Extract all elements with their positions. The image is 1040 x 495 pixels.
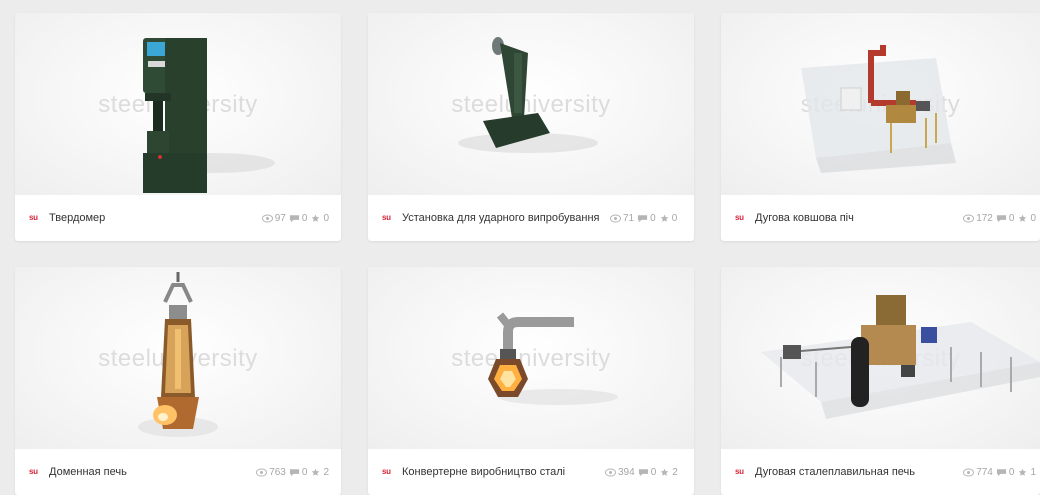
comments-count: 0: [301, 466, 308, 478]
likes-count: 1: [1030, 466, 1036, 478]
ladle-arc-furnace-model-image: [801, 45, 956, 173]
star-icon: [1019, 214, 1027, 222]
converter-model-image: [488, 312, 618, 405]
views-count: 774: [976, 466, 993, 478]
electric-arc-furnace-model-image: [761, 295, 1040, 419]
eye-icon: [963, 468, 975, 476]
star-icon: [1019, 468, 1027, 476]
su-logo-icon: su: [382, 213, 391, 222]
su-logo-icon: su: [29, 213, 38, 222]
card-stats: 763 0 2: [256, 467, 329, 478]
card-stats: 394 0 2: [605, 467, 678, 478]
hardness-tester-model-image: [143, 38, 275, 193]
comment-icon: [289, 468, 299, 476]
card-title[interactable]: Дугова ковшова піч: [755, 212, 955, 224]
star-icon: [660, 468, 669, 476]
star-icon: [660, 214, 669, 222]
likes-count: 2: [672, 466, 678, 478]
card-stats: 172 0 0: [963, 213, 1036, 224]
model-thumbnail[interactable]: steeluniversity: [368, 13, 694, 195]
comment-icon: [996, 468, 1006, 476]
comments-count: 0: [650, 466, 657, 478]
card-footer: su Доменная печь 763 0 2: [15, 449, 341, 495]
card-title[interactable]: Конвертерне виробництво сталі: [402, 466, 597, 478]
model-thumbnail[interactable]: steeluniversity: [368, 267, 694, 449]
model-card-ladle-arc-furnace[interactable]: steeluniversity su Дугова ковшова піч 17…: [721, 13, 1040, 241]
likes-count: 0: [1030, 212, 1036, 224]
card-footer: su Установка для ударного випробування 7…: [368, 195, 694, 241]
eye-icon: [605, 468, 616, 476]
eye-icon: [261, 214, 273, 222]
model-thumbnail[interactable]: steeluniversity: [721, 267, 1040, 449]
model-card-electric-arc-furnace[interactable]: steeluniversity su Дуговая сталеплавильн…: [721, 267, 1040, 495]
eye-icon: [256, 468, 268, 476]
model-thumbnail[interactable]: steeluniversity: [15, 13, 341, 195]
views-count: 71: [623, 212, 635, 224]
comment-icon: [289, 214, 299, 222]
card-footer: su Дуговая сталеплавильная печь 774 0 1: [721, 449, 1040, 495]
comments-count: 0: [1008, 212, 1015, 224]
model-card-blast-furnace[interactable]: steeluniversity su Доменная печь 763 0 2: [15, 267, 341, 495]
star-icon: [312, 214, 320, 222]
card-title[interactable]: Твердомер: [49, 212, 254, 224]
comment-icon: [638, 468, 648, 476]
su-logo-icon: su: [382, 467, 391, 476]
model-card-hardness-tester[interactable]: steeluniversity su Твердомер 97 0 0: [15, 13, 341, 241]
eye-icon: [610, 214, 621, 222]
card-title[interactable]: Доменная печь: [49, 466, 248, 478]
card-title[interactable]: Дуговая сталеплавильная печь: [755, 466, 955, 478]
views-count: 172: [976, 212, 993, 224]
model-card-impact-tester[interactable]: steeluniversity su Установка для ударног…: [368, 13, 694, 241]
su-logo-icon: su: [735, 467, 744, 476]
su-logo-icon: su: [29, 467, 38, 476]
blast-furnace-model-image: [138, 272, 218, 437]
card-footer: su Дугова ковшова піч 172 0 0: [721, 195, 1040, 241]
model-card-converter-steel[interactable]: steeluniversity su Конвертерне виробницт…: [368, 267, 694, 495]
views-count: 97: [274, 212, 286, 224]
card-stats: 71 0 0: [610, 213, 677, 224]
card-footer: su Конвертерне виробництво сталі 394 0 2: [368, 449, 694, 495]
comment-icon: [996, 214, 1006, 222]
star-icon: [312, 468, 320, 476]
likes-count: 2: [323, 466, 329, 478]
card-title[interactable]: Установка для ударного випробування: [402, 212, 602, 224]
card-footer: su Твердомер 97 0 0: [15, 195, 341, 241]
comments-count: 0: [1008, 466, 1015, 478]
su-logo-icon: su: [735, 213, 744, 222]
likes-count: 0: [671, 212, 678, 224]
card-stats: 774 0 1: [963, 467, 1036, 478]
model-thumbnail[interactable]: steeluniversity: [15, 267, 341, 449]
eye-icon: [963, 214, 975, 222]
model-thumbnail[interactable]: steeluniversity: [721, 13, 1040, 195]
views-count: 763: [269, 466, 286, 478]
impact-tester-model-image: [458, 37, 598, 153]
views-count: 394: [618, 466, 635, 478]
comments-count: 0: [650, 212, 656, 224]
comment-icon: [638, 214, 648, 222]
card-stats: 97 0 0: [261, 212, 329, 224]
likes-count: 0: [323, 212, 329, 224]
comments-count: 0: [301, 212, 308, 224]
